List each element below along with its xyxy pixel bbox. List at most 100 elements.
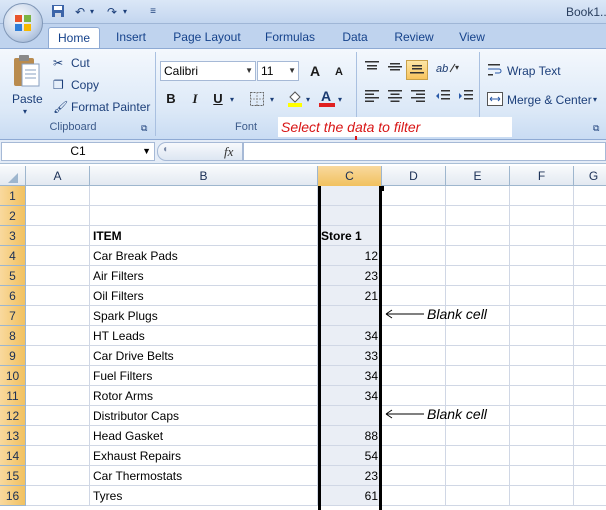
column-header-c[interactable]: C: [318, 166, 382, 186]
store-cell[interactable]: 23: [318, 466, 382, 486]
empty-cell[interactable]: [510, 426, 574, 446]
item-cell[interactable]: Distributor Caps: [90, 406, 318, 426]
empty-cell[interactable]: [446, 426, 510, 446]
item-cell[interactable]: ITEM: [90, 226, 318, 246]
row-header[interactable]: 10: [0, 366, 26, 386]
font-color-icon[interactable]: A: [316, 88, 338, 108]
wrap-text-button[interactable]: Wrap Text: [507, 63, 561, 79]
empty-cell[interactable]: [510, 286, 574, 306]
font-size-select[interactable]: 11 ▼: [257, 61, 299, 81]
store-cell[interactable]: [318, 306, 382, 326]
empty-cell[interactable]: [382, 286, 446, 306]
tab-data[interactable]: Data: [336, 27, 374, 48]
underline-button[interactable]: U: [207, 89, 229, 109]
store-cell[interactable]: 34: [318, 366, 382, 386]
row-header[interactable]: 2: [0, 206, 26, 226]
row-header[interactable]: 6: [0, 286, 26, 306]
empty-cell[interactable]: [446, 366, 510, 386]
empty-cell[interactable]: [574, 346, 606, 366]
item-cell[interactable]: Car Thermostats: [90, 466, 318, 486]
empty-cell[interactable]: [382, 226, 446, 246]
empty-cell[interactable]: [574, 446, 606, 466]
item-cell[interactable]: Car Break Pads: [90, 246, 318, 266]
column-header-d[interactable]: D: [382, 166, 446, 186]
empty-cell[interactable]: [26, 246, 90, 266]
empty-cell[interactable]: [574, 486, 606, 506]
store-cell[interactable]: 34: [318, 386, 382, 406]
empty-cell[interactable]: [26, 346, 90, 366]
format-painter-button[interactable]: Format Painter: [71, 99, 150, 115]
empty-cell[interactable]: [26, 226, 90, 246]
empty-cell[interactable]: [382, 186, 446, 206]
empty-cell[interactable]: [510, 386, 574, 406]
empty-cell[interactable]: [26, 266, 90, 286]
store-cell[interactable]: 23: [318, 266, 382, 286]
orientation-icon[interactable]: ab ▾: [433, 60, 463, 80]
item-cell[interactable]: Rotor Arms: [90, 386, 318, 406]
redo-icon[interactable]: ↷: [104, 4, 120, 20]
row-header[interactable]: 13: [0, 426, 26, 446]
underline-dropdown-icon[interactable]: ▾: [230, 92, 234, 108]
empty-cell[interactable]: [510, 246, 574, 266]
insert-function-icon[interactable]: fx: [224, 144, 233, 160]
fill-color-icon[interactable]: [284, 89, 306, 109]
item-cell[interactable]: Fuel Filters: [90, 366, 318, 386]
item-cell[interactable]: Oil Filters: [90, 286, 318, 306]
empty-cell[interactable]: [446, 446, 510, 466]
align-right-icon[interactable]: [407, 89, 429, 109]
merge-center-button[interactable]: Merge & Center: [507, 92, 592, 108]
row-header[interactable]: 11: [0, 386, 26, 406]
empty-cell[interactable]: [510, 346, 574, 366]
empty-cell[interactable]: [574, 406, 606, 426]
store-cell[interactable]: 54: [318, 446, 382, 466]
borders-dropdown-icon[interactable]: ▾: [270, 92, 274, 108]
copy-button[interactable]: Copy: [71, 77, 99, 93]
item-cell[interactable]: Exhaust Repairs: [90, 446, 318, 466]
item-cell[interactable]: HT Leads: [90, 326, 318, 346]
empty-cell[interactable]: [26, 426, 90, 446]
empty-cell[interactable]: [382, 266, 446, 286]
empty-cell[interactable]: [446, 486, 510, 506]
empty-cell[interactable]: [574, 226, 606, 246]
formula-input[interactable]: [243, 142, 606, 161]
store-cell[interactable]: [318, 186, 382, 206]
alignment-launcher-icon[interactable]: ⧉: [593, 120, 599, 136]
store-cell[interactable]: [318, 206, 382, 226]
row-header[interactable]: 15: [0, 466, 26, 486]
align-top-icon[interactable]: [361, 60, 383, 80]
empty-cell[interactable]: [510, 206, 574, 226]
row-header[interactable]: 1: [0, 186, 26, 206]
empty-cell[interactable]: [574, 306, 606, 326]
select-all-corner[interactable]: [0, 166, 26, 186]
format-painter-icon[interactable]: 🖌: [53, 99, 68, 115]
store-cell[interactable]: 33: [318, 346, 382, 366]
empty-cell[interactable]: [574, 466, 606, 486]
store-cell[interactable]: 61: [318, 486, 382, 506]
grow-font-button[interactable]: A: [304, 61, 326, 81]
align-left-icon[interactable]: [361, 89, 383, 109]
empty-cell[interactable]: [574, 386, 606, 406]
column-header-e[interactable]: E: [446, 166, 510, 186]
empty-cell[interactable]: [382, 486, 446, 506]
tab-home[interactable]: Home: [48, 27, 100, 48]
empty-cell[interactable]: [574, 266, 606, 286]
paste-dropdown-icon[interactable]: ▾: [23, 104, 27, 120]
empty-cell[interactable]: [446, 386, 510, 406]
cut-icon[interactable]: ✂: [53, 55, 63, 71]
redo-dropdown-icon[interactable]: ▾: [121, 4, 129, 20]
fill-color-dropdown-icon[interactable]: ▾: [306, 92, 310, 108]
empty-cell[interactable]: [26, 286, 90, 306]
undo-icon[interactable]: ↶: [72, 4, 88, 20]
empty-cell[interactable]: [510, 306, 574, 326]
undo-dropdown-icon[interactable]: ▾: [88, 4, 96, 20]
customize-icon[interactable]: ≡: [145, 4, 161, 20]
store-cell[interactable]: 12: [318, 246, 382, 266]
item-cell[interactable]: Tyres: [90, 486, 318, 506]
copy-icon[interactable]: ❐: [53, 77, 64, 93]
empty-cell[interactable]: [510, 326, 574, 346]
empty-cell[interactable]: [446, 286, 510, 306]
empty-cell[interactable]: [382, 206, 446, 226]
empty-cell[interactable]: [446, 246, 510, 266]
row-header[interactable]: 5: [0, 266, 26, 286]
row-header[interactable]: 4: [0, 246, 26, 266]
